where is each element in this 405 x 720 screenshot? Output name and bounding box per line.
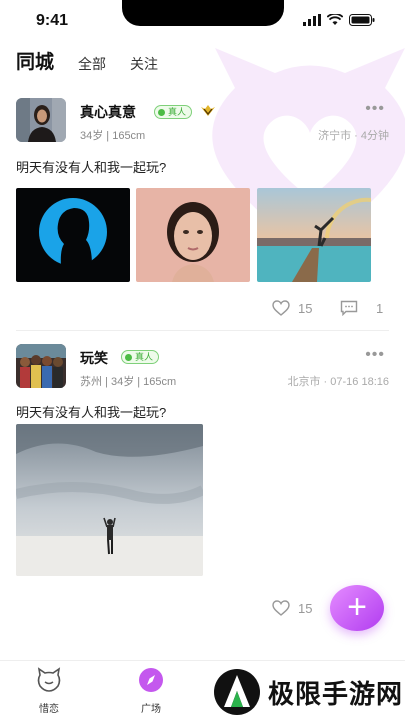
device-notch	[122, 0, 284, 26]
cat-face-icon	[37, 667, 61, 692]
more-options-icon[interactable]: •••	[365, 100, 385, 118]
like-count: 15	[298, 600, 313, 616]
avatar[interactable]	[16, 98, 66, 142]
heart-icon	[272, 300, 290, 316]
nav-label: 广场	[141, 704, 161, 715]
status-time: 9:41	[36, 12, 69, 29]
verified-badge: 真人	[154, 105, 193, 119]
comment-icon	[340, 300, 358, 316]
nav-item-square[interactable]: 广场	[126, 667, 176, 715]
user-meta: 苏州 | 34岁 | 165cm	[80, 376, 177, 388]
tab-following[interactable]: 关注	[130, 54, 158, 74]
like-count: 15	[298, 300, 313, 316]
post-photo[interactable]	[257, 188, 371, 282]
post-text: 明天有没有人和我一起玩?	[16, 160, 167, 175]
comment-count: 1	[376, 300, 384, 316]
watermark-logo	[214, 669, 260, 715]
heart-icon	[272, 600, 290, 616]
site-watermark: 极限手游网	[212, 664, 405, 720]
nav-item-match[interactable]: 惜恋	[24, 667, 74, 715]
user-meta: 34岁 | 165cm	[80, 130, 146, 142]
post-location-time: 北京市 · 07-16 18:16	[287, 376, 390, 388]
post-photo[interactable]	[16, 424, 203, 576]
signal-icon	[303, 14, 321, 26]
post-photo[interactable]	[16, 188, 130, 282]
tab-nearby[interactable]: 同城	[16, 47, 61, 74]
post-location-time: 济宁市 · 4分钟	[318, 130, 389, 142]
feed-post: 真心真意 真人 ••• 34岁 | 165cm 济宁市 · 4分钟 明天有没有人…	[0, 96, 405, 326]
feed-tabs: 同城 全部 关注	[16, 44, 158, 74]
wifi-icon	[327, 14, 343, 25]
tab-all[interactable]: 全部	[78, 54, 106, 74]
compass-icon	[139, 668, 163, 692]
more-options-icon[interactable]: •••	[365, 346, 385, 364]
like-button[interactable]: 15	[272, 300, 312, 316]
username[interactable]: 玩笑	[80, 348, 108, 368]
battery-icon	[349, 14, 375, 26]
nav-label: 惜恋	[39, 704, 59, 715]
feed-post: 玩笑 真人 ••• 苏州 | 34岁 | 165cm 北京市 · 07-16 1…	[0, 342, 405, 622]
vip-crown-icon	[201, 105, 215, 116]
comment-button[interactable]: 1	[340, 300, 383, 316]
post-photo[interactable]	[136, 188, 250, 282]
username[interactable]: 真心真意	[80, 102, 136, 122]
watermark-text: 极限手游网	[268, 678, 404, 709]
avatar[interactable]	[16, 344, 66, 388]
status-bar: 9:41	[0, 0, 405, 40]
post-divider	[16, 330, 389, 331]
like-button[interactable]: 15	[272, 600, 312, 616]
post-text: 明天有没有人和我一起玩?	[16, 405, 167, 420]
system-icons	[303, 14, 375, 26]
verified-badge: 真人	[121, 350, 160, 364]
create-post-button[interactable]: +	[330, 585, 384, 631]
